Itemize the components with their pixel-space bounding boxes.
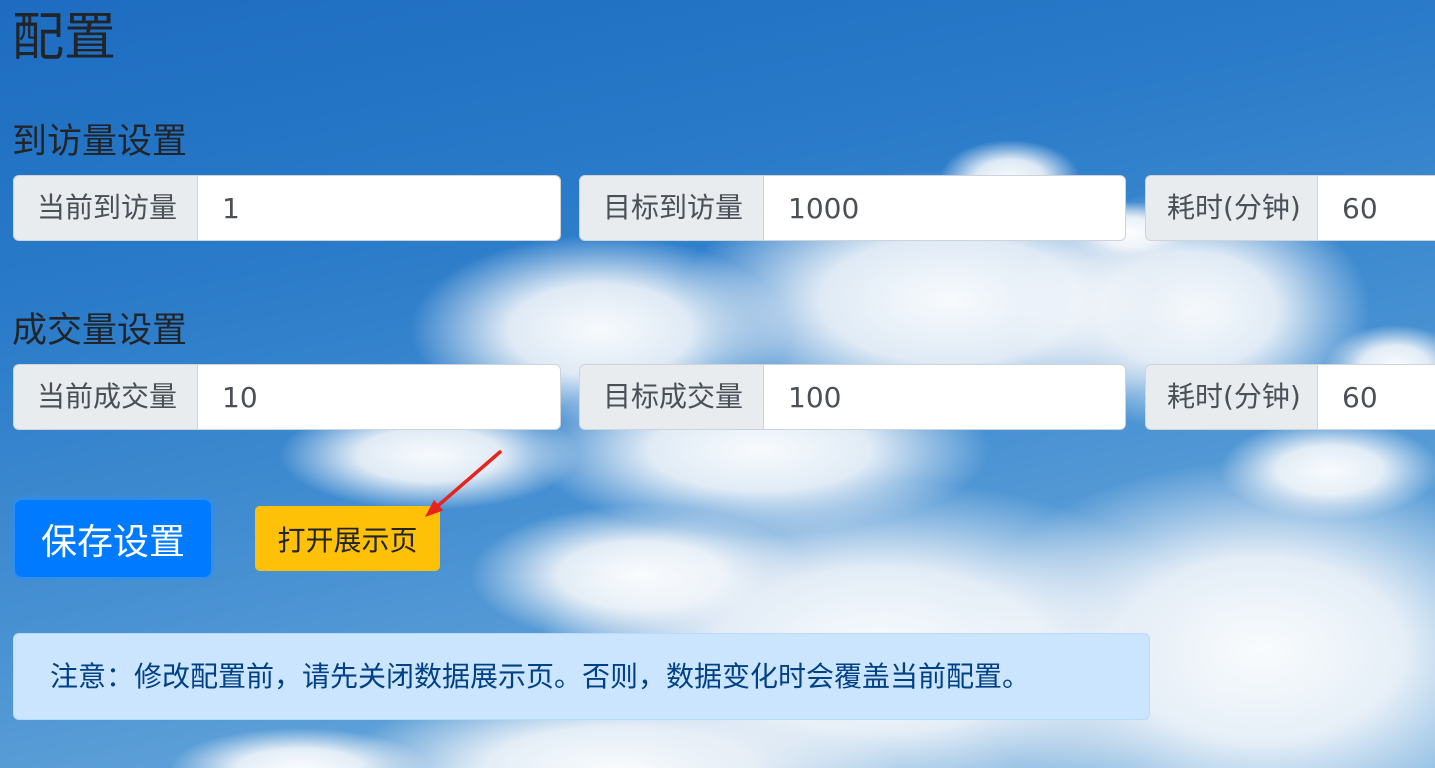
notice-alert: 注意：修改配置前，请先关闭数据展示页。否则，数据变化时会覆盖当前配置。 xyxy=(13,633,1150,720)
visit-duration-label: 耗时(分钟) xyxy=(1145,175,1317,241)
current-visit-input[interactable] xyxy=(197,175,561,241)
current-visit-label: 当前到访量 xyxy=(13,175,197,241)
visit-section-heading: 到访量设置 xyxy=(12,122,188,162)
page-title: 配置 xyxy=(12,8,117,68)
visit-duration-input[interactable] xyxy=(1317,175,1435,241)
open-display-page-button[interactable]: 打开展示页 xyxy=(255,506,440,571)
target-deal-label: 目标成交量 xyxy=(579,364,763,430)
current-visit-group: 当前到访量 xyxy=(13,175,561,241)
deal-duration-input[interactable] xyxy=(1317,364,1435,430)
visit-settings-row: 当前到访量 目标到访量 耗时(分钟) xyxy=(13,175,1435,241)
visit-duration-group: 耗时(分钟) xyxy=(1145,175,1435,241)
current-deal-label: 当前成交量 xyxy=(13,364,197,430)
current-deal-group: 当前成交量 xyxy=(13,364,561,430)
target-visit-group: 目标到访量 xyxy=(579,175,1126,241)
target-visit-input[interactable] xyxy=(763,175,1126,241)
annotation-arrow-icon xyxy=(425,450,502,517)
deal-section-heading: 成交量设置 xyxy=(12,311,188,351)
config-page: 配置 到访量设置 当前到访量 目标到访量 耗时(分钟) 成交量设置 当前成交量 … xyxy=(0,0,1435,768)
deal-duration-label: 耗时(分钟) xyxy=(1145,364,1317,430)
notice-alert-text: 注意：修改配置前，请先关闭数据展示页。否则，数据变化时会覆盖当前配置。 xyxy=(50,660,1031,693)
target-visit-label: 目标到访量 xyxy=(579,175,763,241)
target-deal-input[interactable] xyxy=(763,364,1126,430)
save-settings-button[interactable]: 保存设置 xyxy=(15,500,211,577)
arrow-shaft xyxy=(436,450,502,507)
target-deal-group: 目标成交量 xyxy=(579,364,1126,430)
current-deal-input[interactable] xyxy=(197,364,561,430)
deal-settings-row: 当前成交量 目标成交量 耗时(分钟) xyxy=(13,364,1435,430)
deal-duration-group: 耗时(分钟) xyxy=(1145,364,1435,430)
